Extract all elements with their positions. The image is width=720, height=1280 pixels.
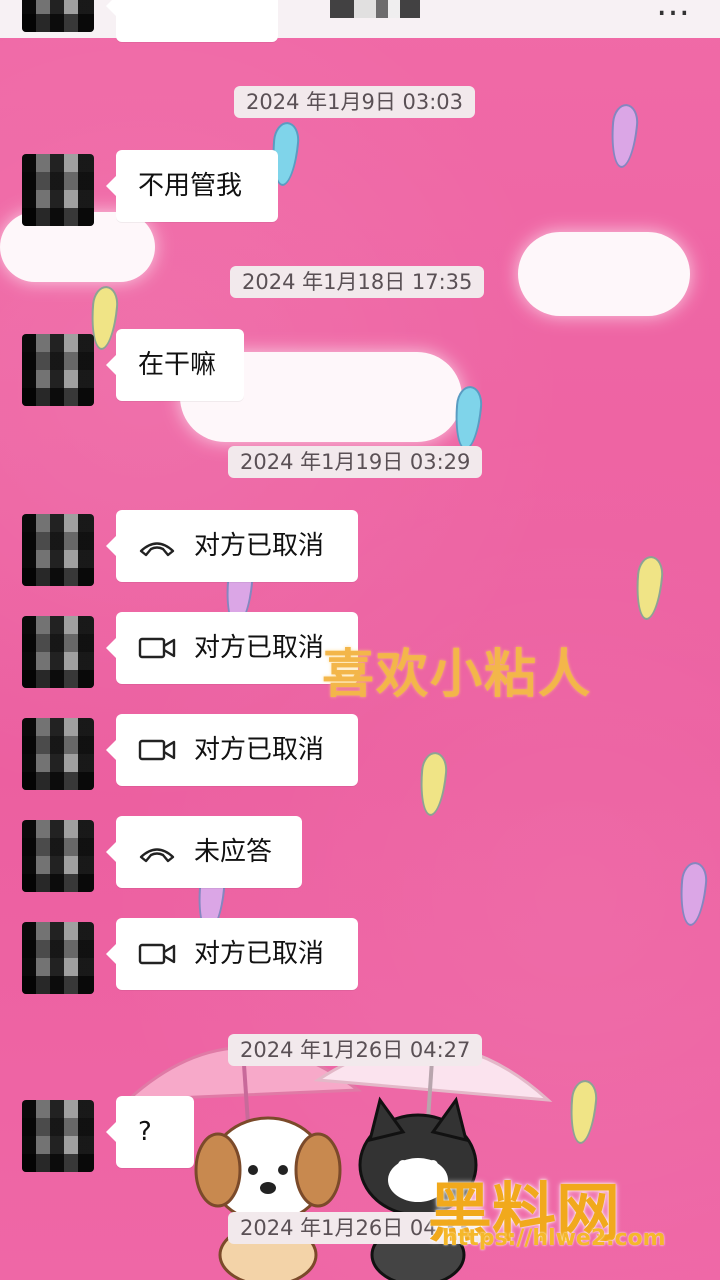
message-text: 对方已取消: [194, 531, 325, 561]
message-text: 对方已取消: [194, 735, 325, 765]
avatar[interactable]: [22, 1100, 94, 1172]
call-bubble[interactable]: 对方已取消: [106, 714, 358, 786]
video-camera-icon: [138, 739, 176, 761]
overlay-caption: 喜欢小粘人: [322, 645, 593, 705]
message-bubble-partial: [106, 0, 278, 42]
avatar[interactable]: [22, 616, 94, 688]
contact-name-pixelated: [330, 0, 420, 18]
video-camera-icon: [138, 943, 176, 965]
timestamp: 2024 年1月9日 03:03: [234, 86, 476, 118]
phone-icon: [139, 848, 175, 863]
avatar[interactable]: [22, 718, 94, 790]
message-bubble[interactable]: ?: [106, 1096, 194, 1168]
message-text: 在干嘛: [138, 350, 217, 380]
avatar[interactable]: [22, 0, 94, 32]
avatar[interactable]: [22, 154, 94, 226]
message-text: 未应答: [194, 837, 273, 867]
avatar[interactable]: [22, 820, 94, 892]
timestamp: 2024 年1月18日 17:35: [230, 266, 485, 298]
cloud-decoration: [518, 232, 690, 316]
call-bubble[interactable]: 对方已取消: [106, 918, 358, 990]
message-bubble[interactable]: 不用管我: [106, 150, 278, 222]
avatar[interactable]: [22, 922, 94, 994]
message-bubble[interactable]: 在干嘛: [106, 329, 244, 401]
avatar[interactable]: [22, 514, 94, 586]
call-bubble[interactable]: 未应答: [106, 816, 302, 888]
timestamp: 2024 年1月19日 03:29: [228, 446, 483, 478]
video-camera-icon: [138, 637, 176, 659]
call-bubble[interactable]: 对方已取消: [106, 510, 358, 582]
avatar[interactable]: [22, 334, 94, 406]
timestamp: 2024 年1月26日 04:27: [228, 1034, 483, 1066]
more-options-icon[interactable]: …: [656, 0, 690, 24]
message-text: 对方已取消: [194, 939, 325, 969]
watermark-url: https://hlwe2.com: [442, 1226, 666, 1251]
phone-icon: [139, 542, 175, 557]
message-text: 不用管我: [138, 171, 243, 201]
message-text: 对方已取消: [194, 633, 325, 663]
message-text: ?: [138, 1117, 152, 1147]
